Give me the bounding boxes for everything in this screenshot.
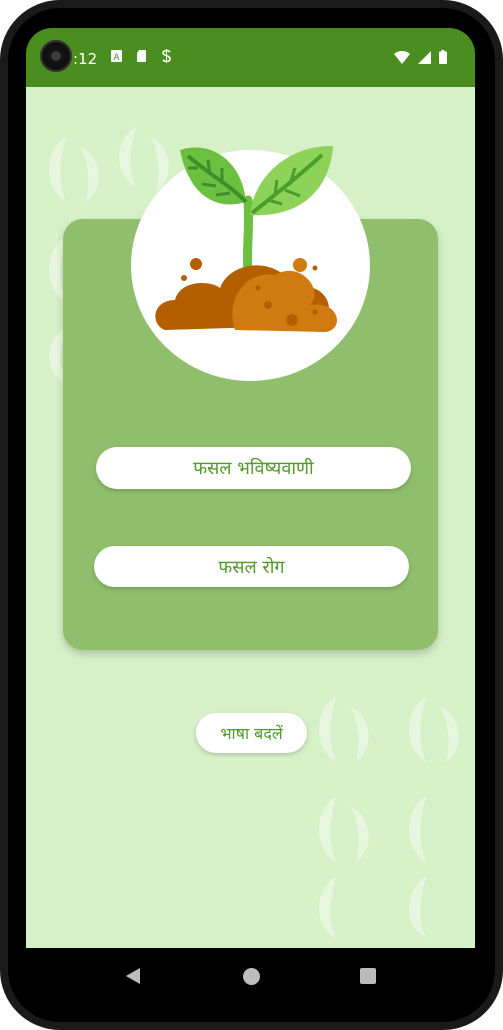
home-icon[interactable] <box>243 968 260 985</box>
signal-icon <box>418 50 431 64</box>
status-time: :12 <box>73 50 98 68</box>
camera-icon <box>40 40 72 72</box>
battery-icon <box>439 50 447 64</box>
seedling-soil-icon <box>155 145 337 332</box>
status-icons-right <box>394 50 447 64</box>
wifi-icon <box>394 50 410 64</box>
crop-disease-button[interactable]: फसल रोग <box>94 546 409 587</box>
svg-text:A: A <box>113 53 120 63</box>
status-icons-left: A <box>110 49 173 63</box>
a-notification-icon: A <box>111 50 122 63</box>
sd-card-icon <box>137 50 146 62</box>
s-sync-icon <box>162 49 171 63</box>
recents-icon[interactable] <box>360 968 376 984</box>
crop-prediction-button[interactable]: फसल भविष्यवाणी <box>96 447 411 489</box>
back-icon[interactable] <box>124 966 142 986</box>
change-language-button[interactable]: भाषा बदलें <box>196 713 307 753</box>
leaf-pattern-bottom-right <box>319 697 459 937</box>
